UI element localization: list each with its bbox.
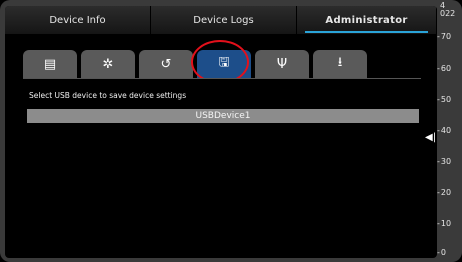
top-tab-bar: Device Info Device Logs Administrator	[5, 6, 437, 34]
screen: Device Info Device Logs Administrator ▤ …	[5, 6, 437, 258]
tab-administrator[interactable]: Administrator	[297, 6, 437, 34]
scale-tick: 30	[437, 157, 462, 167]
scale-tick: 50	[437, 95, 462, 105]
download-icon: ⭳	[337, 55, 343, 70]
restore-icon: ↺	[160, 56, 172, 72]
scale-tick: 20	[437, 188, 462, 198]
scale-tick: 10	[437, 219, 462, 229]
tab-restore[interactable]: ↺	[139, 50, 193, 78]
scale-tick: 40	[437, 126, 462, 136]
tab-settings[interactable]: ✲	[81, 50, 135, 78]
tab-download[interactable]: ⭳	[313, 50, 367, 78]
side-scale: 4 022 70 60 50 40 30 20 10 0	[437, 0, 462, 262]
tab-list[interactable]: ▤	[23, 50, 77, 78]
scale-tick: 70	[437, 32, 462, 42]
save-icon: 🖫	[218, 55, 230, 70]
tab-device-logs[interactable]: Device Logs	[151, 6, 297, 34]
gear-icon: ✲	[102, 56, 114, 72]
tab-device-info[interactable]: Device Info	[5, 6, 151, 34]
tab-usb[interactable]: Ψ	[255, 50, 309, 78]
scale-tick: 0	[437, 248, 462, 258]
instruction-text: Select USB device to save device setting…	[29, 91, 187, 100]
scale-top-label: 4 022	[440, 2, 455, 18]
tab-save[interactable]: 🖫	[197, 50, 251, 78]
usb-device-item[interactable]: USBDevice1	[27, 109, 419, 123]
device-frame: Device Info Device Logs Administrator ▤ …	[0, 0, 462, 262]
usb-icon: Ψ	[276, 56, 288, 72]
scale-top-line2: 022	[440, 9, 456, 18]
save-settings-panel: Select USB device to save device setting…	[23, 78, 421, 254]
collapse-panel-icon[interactable]: ◀|	[425, 132, 436, 143]
list-icon: ▤	[43, 56, 57, 72]
icon-tab-bar: ▤ ✲ ↺ 🖫 Ψ ⭳	[23, 50, 367, 78]
scale-tick: 60	[437, 64, 462, 74]
